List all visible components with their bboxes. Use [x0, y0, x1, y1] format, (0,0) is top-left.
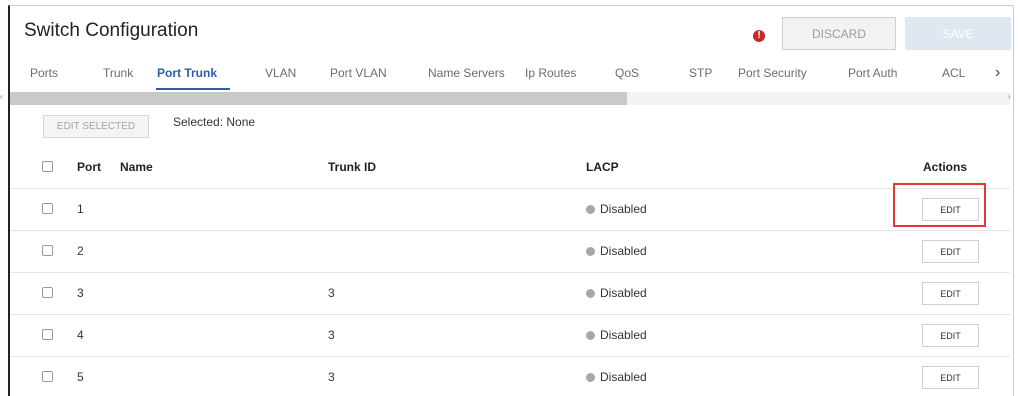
- port-cell: 3: [77, 286, 84, 300]
- tab-ip-routes[interactable]: Ip Routes: [525, 66, 576, 80]
- table-toolbar: EDIT SELECTED Selected: None: [10, 107, 1010, 147]
- tab-vlan[interactable]: VLAN: [265, 66, 296, 80]
- row-checkbox[interactable]: [42, 245, 53, 256]
- port-cell: 2: [77, 244, 84, 258]
- scrollbar-thumb[interactable]: [10, 92, 627, 105]
- page-header: Switch Configuration ! DISCARD SAVE: [10, 6, 1011, 58]
- highlight-box: [893, 183, 986, 227]
- tab-port-trunk[interactable]: Port Trunk: [157, 66, 217, 80]
- table-row: 2 Disabled EDIT: [10, 231, 1010, 273]
- column-header-name[interactable]: Name: [120, 160, 153, 174]
- tab-name-servers[interactable]: Name Servers: [428, 66, 505, 80]
- lacp-status: Disabled: [600, 244, 647, 258]
- tab-port-auth[interactable]: Port Auth: [848, 66, 897, 80]
- status-dot-icon: [586, 289, 595, 298]
- save-button[interactable]: SAVE: [905, 17, 1011, 50]
- lacp-status: Disabled: [600, 286, 647, 300]
- status-dot-icon: [586, 205, 595, 214]
- trunk-id-cell: 3: [328, 370, 335, 384]
- column-header-port[interactable]: Port: [77, 160, 101, 174]
- table-row: 4 3 Disabled EDIT: [10, 315, 1010, 357]
- table-header-row: Port Name Trunk ID LACP Actions: [10, 147, 1010, 189]
- column-header-actions: Actions: [923, 160, 968, 174]
- tab-bar: Ports Trunk Port Trunk VLAN Port VLAN Na…: [10, 58, 1010, 96]
- port-cell: 4: [77, 328, 84, 342]
- row-checkbox[interactable]: [42, 287, 53, 298]
- status-dot-icon: [586, 331, 595, 340]
- tab-trunk[interactable]: Trunk: [103, 66, 133, 80]
- status-dot-icon: [586, 373, 595, 382]
- column-header-lacp[interactable]: LACP: [586, 160, 619, 174]
- select-all-checkbox[interactable]: [42, 161, 53, 172]
- edit-button[interactable]: EDIT: [922, 366, 979, 389]
- chevron-right-icon[interactable]: ›: [995, 64, 1000, 82]
- table-row: 5 3 Disabled EDIT: [10, 357, 1010, 396]
- lacp-status: Disabled: [600, 328, 647, 342]
- warning-icon: !: [753, 30, 765, 42]
- lacp-status: Disabled: [600, 202, 647, 216]
- selection-status: Selected: None: [173, 115, 256, 129]
- tab-scrollbar[interactable]: [10, 92, 1010, 105]
- port-trunk-table: Port Name Trunk ID LACP Actions 1 Disabl…: [10, 147, 1010, 396]
- port-cell: 1: [77, 202, 84, 216]
- tab-ports[interactable]: Ports: [30, 66, 58, 80]
- port-cell: 5: [77, 370, 84, 384]
- trunk-id-cell: 3: [328, 328, 335, 342]
- table-row: 1 Disabled EDIT: [10, 189, 1010, 231]
- column-header-trunk-id[interactable]: Trunk ID: [328, 160, 376, 174]
- page-title: Switch Configuration: [24, 20, 199, 41]
- row-checkbox[interactable]: [42, 203, 53, 214]
- tab-port-vlan[interactable]: Port VLAN: [330, 66, 387, 80]
- tab-qos[interactable]: QoS: [615, 66, 639, 80]
- edit-button[interactable]: EDIT: [922, 240, 979, 263]
- scroll-left-icon[interactable]: ‹: [0, 92, 3, 101]
- scroll-right-icon[interactable]: ›: [1008, 92, 1011, 101]
- discard-button[interactable]: DISCARD: [782, 17, 896, 50]
- row-checkbox[interactable]: [42, 371, 53, 382]
- tab-port-security[interactable]: Port Security: [738, 66, 807, 80]
- tab-stp[interactable]: STP: [689, 66, 712, 80]
- edit-button[interactable]: EDIT: [922, 324, 979, 347]
- lacp-status: Disabled: [600, 370, 647, 384]
- edit-button[interactable]: EDIT: [922, 282, 979, 305]
- status-dot-icon: [586, 247, 595, 256]
- row-checkbox[interactable]: [42, 329, 53, 340]
- active-tab-indicator: [156, 88, 230, 90]
- table-row: 3 3 Disabled EDIT: [10, 273, 1010, 315]
- tab-acl[interactable]: ACL: [942, 66, 965, 80]
- trunk-id-cell: 3: [328, 286, 335, 300]
- edit-selected-button[interactable]: EDIT SELECTED: [43, 115, 149, 138]
